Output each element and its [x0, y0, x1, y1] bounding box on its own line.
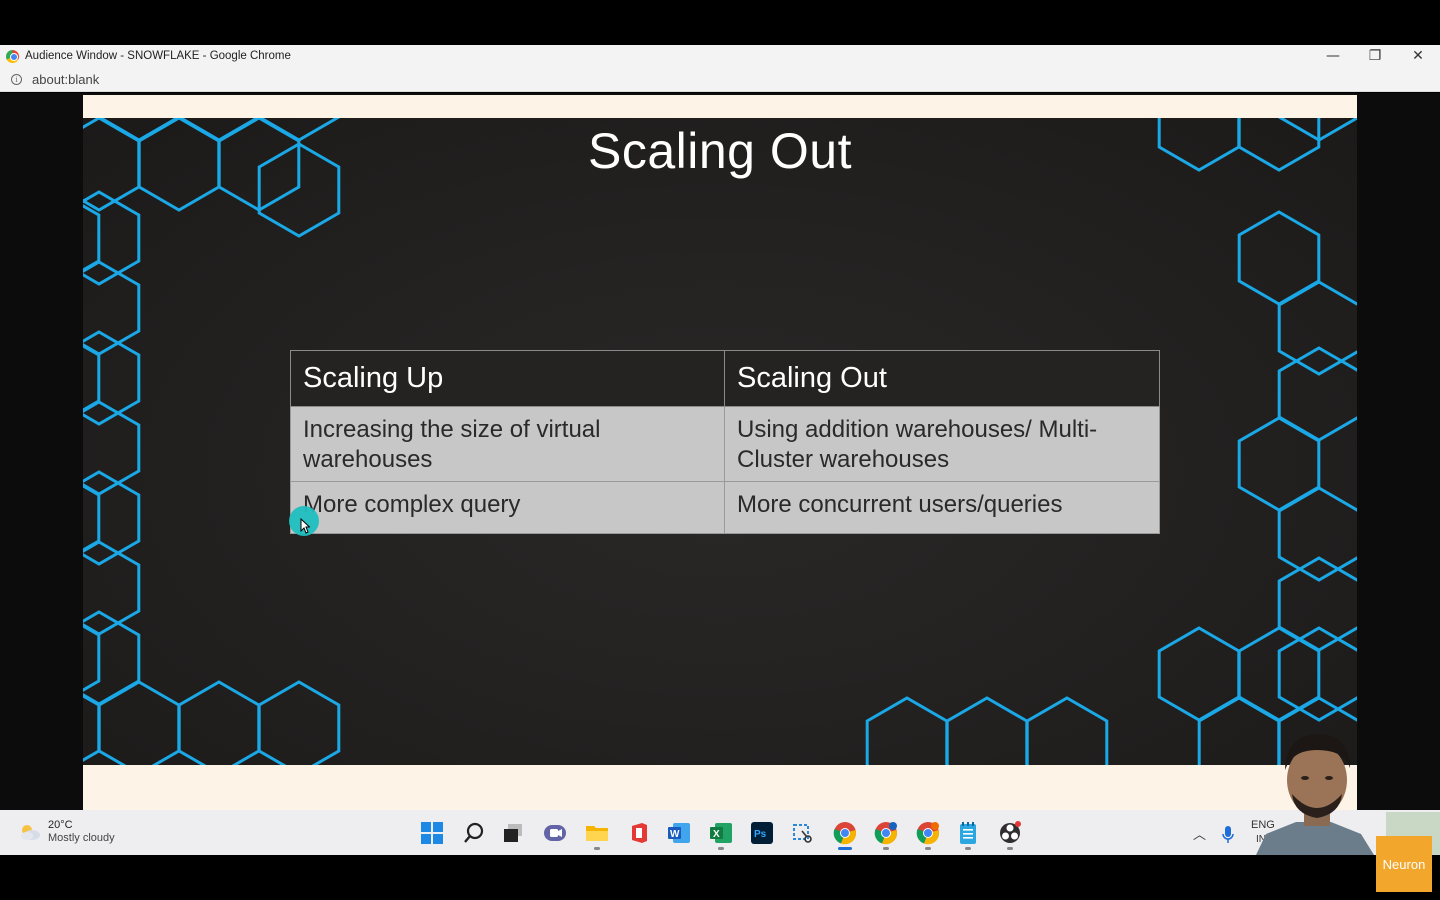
- address-bar[interactable]: i about:blank: [0, 67, 1440, 92]
- table-cell: Increasing the size of virtual warehouse…: [290, 406, 725, 482]
- close-button[interactable]: ✕: [1396, 45, 1440, 67]
- app-active-indicator: [838, 847, 852, 850]
- weather-temperature: 20°C: [48, 819, 73, 831]
- excel-icon[interactable]: X: [708, 820, 734, 846]
- chrome-profile-icon[interactable]: [873, 820, 899, 846]
- table-cell: More concurrent users/queries: [724, 481, 1160, 534]
- screen: Audience Window - SNOWFLAKE - Google Chr…: [0, 0, 1440, 900]
- info-icon[interactable]: i: [11, 73, 22, 85]
- page-content: Scaling Out Scaling Up Scaling Out Incre…: [0, 93, 1440, 810]
- neuron-logo: Neuron: [1376, 836, 1432, 892]
- hexagon-shape: [83, 624, 101, 692]
- svg-text:X: X: [713, 829, 720, 840]
- hexagon-shape: [257, 680, 341, 765]
- snipping-tool-icon[interactable]: [790, 820, 816, 846]
- hexagon-shape: [1025, 696, 1109, 765]
- cursor-icon: [300, 518, 310, 534]
- comparison-table: Scaling Up Scaling Out Increasing the si…: [290, 350, 1160, 534]
- table-cell: Using addition warehouses/ Multi-Cluster…: [724, 406, 1160, 482]
- hexagon-shape: [177, 680, 261, 765]
- hexagon-shape: [945, 696, 1029, 765]
- weather-widget[interactable]: 20°C Mostly cloudy: [18, 819, 115, 844]
- task-view-icon[interactable]: [500, 820, 526, 846]
- table-row: Increasing the size of virtual warehouse…: [290, 406, 1160, 482]
- hexagon-shape: [865, 696, 949, 765]
- file-explorer-icon[interactable]: [584, 820, 610, 846]
- svg-text:Ps: Ps: [754, 829, 767, 840]
- chrome-profile-2-icon[interactable]: [915, 820, 941, 846]
- window-titlebar: Audience Window - SNOWFLAKE - Google Chr…: [0, 45, 1440, 67]
- app-running-indicator: [594, 847, 600, 850]
- search-icon[interactable]: [461, 820, 487, 846]
- word-icon[interactable]: W: [666, 820, 692, 846]
- hexagon-shape: [97, 680, 181, 765]
- table-row: More complex query More concurrent users…: [290, 481, 1160, 534]
- table-header-scaling-up: Scaling Up: [290, 350, 725, 407]
- table-header-scaling-out: Scaling Out: [724, 350, 1160, 407]
- office-icon[interactable]: [626, 820, 652, 846]
- app-running-indicator: [718, 847, 724, 850]
- table-cell: More complex query: [290, 481, 725, 534]
- obs-icon[interactable]: [997, 820, 1023, 846]
- restore-button[interactable]: ❐: [1353, 45, 1397, 67]
- photoshop-icon[interactable]: Ps: [749, 820, 775, 846]
- app-running-indicator: [883, 847, 889, 850]
- chrome-icon[interactable]: [832, 820, 858, 846]
- slide-title: Scaling Out: [588, 123, 852, 179]
- app-running-indicator: [1007, 847, 1013, 850]
- presentation-slide: Scaling Out Scaling Up Scaling Out Incre…: [83, 118, 1357, 765]
- start-icon[interactable]: [419, 820, 445, 846]
- app-running-indicator: [965, 847, 971, 850]
- svg-text:W: W: [670, 829, 680, 840]
- teams-icon[interactable]: [542, 820, 568, 846]
- chrome-icon: [6, 49, 19, 63]
- microphone-icon[interactable]: [1215, 822, 1241, 848]
- notepad-icon[interactable]: [955, 820, 981, 846]
- window-title: Audience Window - SNOWFLAKE - Google Chr…: [25, 50, 291, 62]
- chevron-up-icon[interactable]: ︿: [1193, 824, 1206, 843]
- taskbar: 20°C Mostly cloudy W X Ps ︿ ENG IN: [0, 810, 1440, 855]
- app-running-indicator: [925, 847, 931, 850]
- weather-description: Mostly cloudy: [48, 832, 115, 844]
- minimize-button[interactable]: —: [1311, 45, 1355, 67]
- cloud-sun-icon: [18, 823, 42, 841]
- url-text[interactable]: about:blank: [32, 72, 99, 87]
